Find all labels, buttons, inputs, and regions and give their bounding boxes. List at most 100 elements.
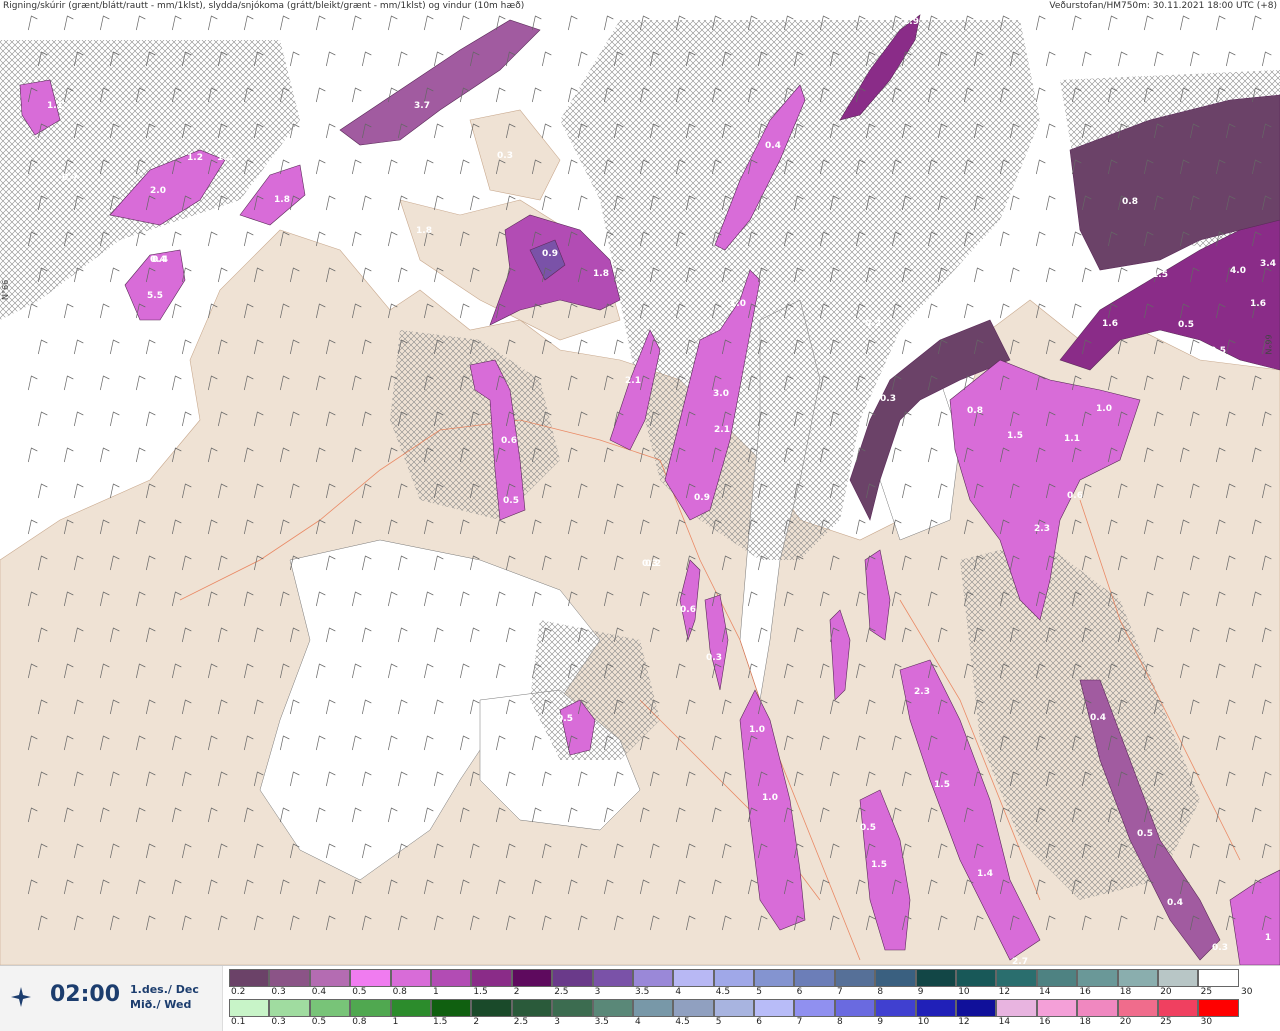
precipitation-value-label: 1.0 [762,793,778,803]
scale-tick-label: 18 [1079,1017,1091,1027]
precipitation-value-label: 0.3 [706,653,722,663]
scale-tick-label: 2.5 [554,987,569,997]
scale-swatch [1077,969,1118,987]
scale-tick-label: 25 [1160,1017,1172,1027]
precipitation-value-label: 1.0 [730,299,746,309]
precipitation-value-label: 2.0 [150,186,166,196]
scale-tick-label: 2.5 [513,1017,529,1027]
precipitation-value-label: 2.9 [903,17,919,27]
scale-swatch [390,999,431,1017]
precipitation-value-label: 1.4 [977,869,993,879]
scale-tick-label: 0.5 [352,987,367,997]
precipitation-value-label: 2.3 [1034,524,1050,534]
scale-swatch [1117,969,1158,987]
scale-swatch [552,999,593,1017]
scale-tick-label: 1.5 [433,1017,448,1027]
precipitation-value-label: 1.0 [1096,404,1112,414]
precipitation-value-label: 0.4 [1167,898,1183,908]
precipitation-value-label: 0.4 [1090,713,1106,723]
scale-swatch [632,999,674,1017]
precipitation-value-label: 2.3 [914,687,930,697]
scale-swatch [269,999,310,1017]
scale-swatch [956,999,997,1017]
scale-tick-label: 7 [837,987,843,997]
scale-swatch [511,999,553,1017]
scale-swatch [1036,999,1078,1017]
scale-swatch [309,999,351,1017]
scale-swatch [430,999,472,1017]
scale-tick-label: 4 [635,1017,641,1027]
scale-swatch [754,999,795,1017]
scale-tick-label: 3.5 [635,987,650,997]
scale-tick-label: 4.5 [715,987,731,997]
scale-tick-label: 2 [473,1017,480,1027]
scale-tick-label: 3.5 [594,1017,609,1027]
scale-tick-label: 4 [675,987,682,997]
scale-tick-label: 10 [917,1017,930,1027]
precipitation-value-label: 0.4 [765,141,781,151]
precipitation-value-label: 0.5 [503,496,519,506]
scale-swatch [552,969,593,987]
scale-tick-label: 14 [1039,987,1051,997]
scale-tick-label: 14 [998,1017,1011,1027]
scale-tick-label: 1.5 [473,987,488,997]
scale-swatch [673,969,714,987]
precipitation-value-label: 4.0 [1230,266,1246,276]
rain-color-scale [229,999,1239,1019]
precipitation-value-label: 0.8 [967,406,983,416]
scale-swatch [1198,969,1239,987]
scale-swatch [350,999,391,1017]
precipitation-value-label: 0.8 [1122,197,1138,207]
precipitation-value-label: 1.1 [47,101,63,111]
legend-bar: 02:00 1.des./ Dec Mið./ Wed 0.2 0.3 0.4 0.5… [0,965,1280,1031]
latitude-label-left: N°66 [1,279,10,300]
forecast-time: 02:00 [50,982,121,1007]
scale-tick-label: 1 [392,1017,399,1027]
scale-tick-label: 0.4 [311,987,327,997]
scale-swatch [1117,999,1158,1017]
scale-swatch [1036,969,1078,987]
scale-swatch [834,969,876,987]
scale-tick-label: 7 [796,1017,803,1027]
precipitation-value-label: 3.0 [713,389,729,399]
precipitation-value-label: 1.3 [217,153,233,163]
precipitation-value-label: 5.5 [147,291,163,301]
scale-tick-label: 0.3 [271,1017,286,1027]
scale-tick-label: 0.3 [271,987,286,997]
latitude-label-right: 66°N [1263,334,1273,355]
scale-tick-label: 18 [1119,987,1132,997]
precipitation-value-label: 0.6 [680,605,696,615]
scale-swatch [713,969,755,987]
precipitation-value-label: 1.6 [1250,299,1266,309]
precipitation-value-label: 0.3 [497,151,513,161]
scale-swatch [471,999,512,1017]
scale-tick-label: 12 [958,1017,970,1027]
scale-swatch [996,999,1037,1017]
scale-swatch [592,969,633,987]
timestamp-box[interactable]: 02:00 1.des./ Dec Mið./ Wed [0,966,223,1031]
scale-swatch [471,969,512,987]
scale-tick-label: 0.1 [231,1017,246,1027]
scale-swatch [754,969,795,987]
scale-tick-label: 12 [998,987,1011,997]
scale-tick-label: 2 [513,987,520,997]
scale-swatch [511,969,553,987]
scale-swatch [1157,969,1199,987]
scale-swatch [229,969,270,987]
scale-swatch [875,999,916,1017]
precipitation-value-label: 1.5 [1152,270,1168,280]
scale-swatch [875,969,916,987]
precipitation-value-label: 0.2 [645,559,661,569]
scale-swatch [956,969,997,987]
precipitation-value-label: 2.1 [625,376,641,386]
precipitation-value-label: 0.7 [62,173,78,183]
scale-tick-label: 1 [433,987,439,997]
precipitation-value-label: 3.7 [414,101,430,111]
scale-swatch [834,999,876,1017]
scale-swatch [592,999,633,1017]
precipitation-value-label: 1.6 [1102,319,1118,329]
scale-tick-label: 20 [1160,987,1172,997]
compass-star-icon [11,987,31,1007]
scale-tick-label: 30 [1241,987,1253,997]
scale-swatch [229,999,270,1017]
